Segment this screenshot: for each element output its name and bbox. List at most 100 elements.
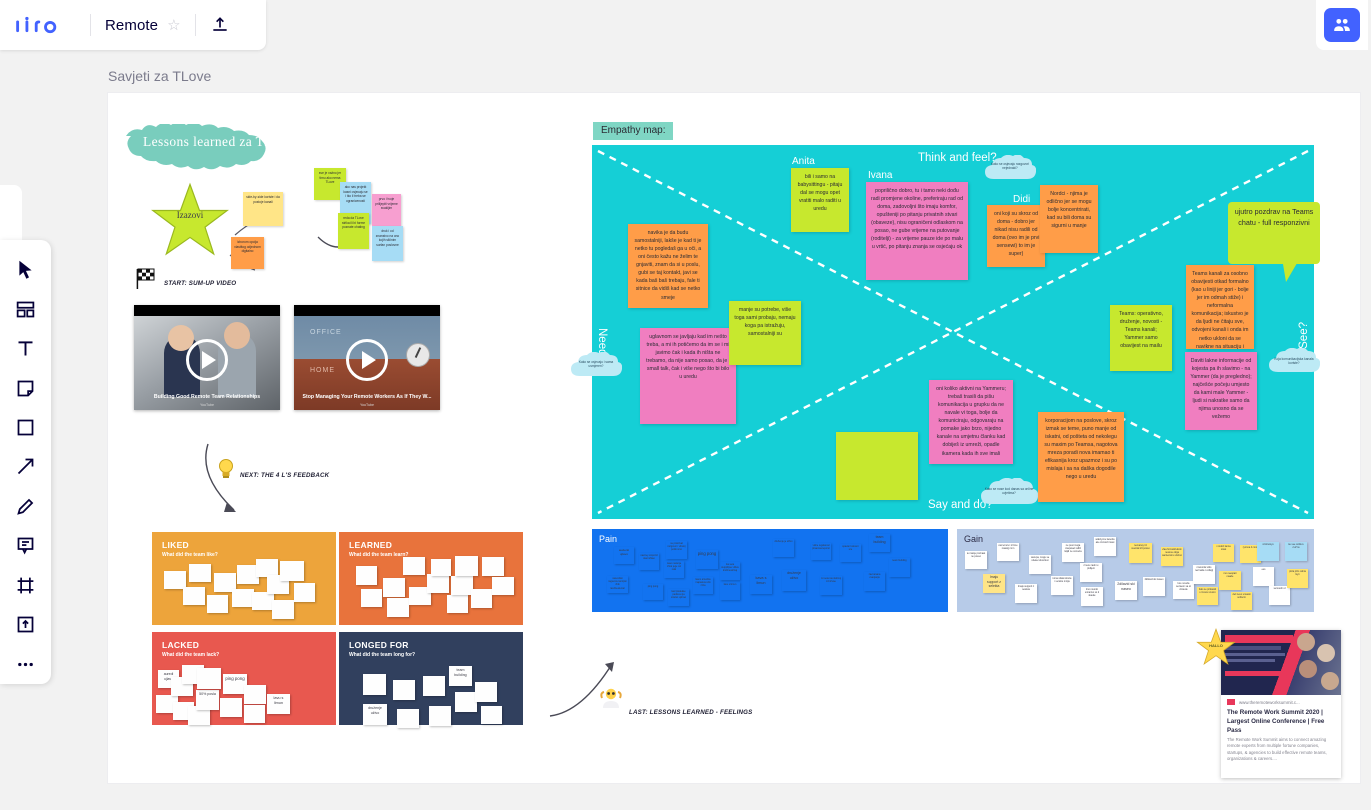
gain-note[interactable]: ne pust moga zaupaveli odlili laljdi ne … [1062,543,1084,562]
pain-note[interactable]: lva seta stupplitjue vlibav krolbnestrin… [720,562,740,580]
text-tool[interactable] [6,329,46,368]
empathy-sticky[interactable]: uglavnom se javljaju kad im nešto treba,… [640,328,736,424]
pain-note[interactable]: ne prostrval razgovor i vrlistoj pošlo s… [666,541,687,559]
pain-note[interactable]: lavu s limun [720,582,740,600]
empathy-sticky[interactable]: manje su potrebe, više toga sami probaju… [729,301,801,365]
pain-note[interactable]: spavanl ostvat i ure [840,544,861,562]
sticky-tool[interactable] [6,368,46,407]
idea-note[interactable]: izborom opcija vlastitog odjednom digita… [231,237,264,269]
gain-note[interactable]: mo ceespati naade [1219,571,1241,590]
gain-note[interactable]: vanupa, mogu se ndeke tolosztuvi [1029,555,1051,574]
gain-note[interactable]: rmuou radni u pidljeni [1080,563,1102,582]
gain-note[interactable]: v iodori lanna otoat [1213,544,1234,562]
pain-note[interactable]: naso rastanje chrat jege ovi naki [664,561,684,578]
link-url[interactable]: www.theremoteworksummit.c... [1239,700,1300,705]
pain-note[interactable]: navicey srsporid skat ishtao [639,553,659,570]
gain-note[interactable]: wakriyvne laoenla ale ommozi imasi [1094,537,1116,556]
pain-note[interactable]: ping pong [643,584,663,600]
idea-note[interactable]: reda da TLove strika ili bi forme poznat… [338,213,369,249]
play-button[interactable] [346,338,388,381]
cursor-tool[interactable] [6,250,46,289]
pain-note[interactable]: druženje je uživo [773,539,794,557]
quadrant-lacked[interactable]: LACKED What did the team lack? auredi uj… [152,632,336,725]
templates-icon [16,301,35,318]
board-title[interactable]: Remote [105,17,158,34]
empathy-sticky[interactable]: oni koliko aktivni na Yammeru; trebaš tr… [929,380,1013,464]
left-toolbar [0,240,51,684]
upload-icon[interactable] [210,15,230,35]
upload-tool[interactable] [6,605,46,644]
link-title[interactable]: The Remote Work Summit 2020 | Largest On… [1227,709,1335,736]
gain-note[interactable]: nemanuy tiz svetcial 24 posso [1129,543,1152,563]
pain-note[interactable]: nasveliksi raguvore tamipisi zbik rasztš… [607,576,628,593]
pain-note[interactable]: vishe regularval piisamsa teporst [811,543,831,560]
pain-note[interactable]: lasco arredina mapastva szlo zzza [693,577,713,594]
gain-section[interactable]: Gain te manje poznaat ne poveo cad ernov… [957,529,1314,612]
empathy-sticky[interactable]: Daviti lakne informacije od kojesta pa i… [1185,352,1257,430]
sticky-note-icon [17,380,34,396]
gain-note[interactable]: ke vee onbiu'e cviz'ns [1285,542,1307,561]
pain-note[interactable]: zavnanana ovanjanja [864,572,885,591]
video-card[interactable]: OFFICE HOME Stop Managing Your Remote Wo… [294,305,440,410]
pain-note[interactable]: team building [889,558,910,577]
pain-note[interactable]: mi seta ras slahnoj zd iizvise [820,576,842,595]
miro-logo[interactable] [14,14,76,36]
video-card[interactable]: Building Good Remote Team Relationships … [134,305,280,410]
link-preview-card[interactable]: www.theremoteworksummit.c... The Remote … [1221,630,1341,778]
gain-note[interactable]: cad ernov i izznce maarig mnn [997,543,1019,561]
arrow-tool[interactable] [6,447,46,486]
last-step-label: LAST: LESSONS LEARNED - FEELINGS [629,709,753,716]
pain-note[interactable]: audenti ujlavo [614,547,634,564]
empathy-sticky[interactable]: navika je da budu samostalniji, lakše je… [628,224,708,308]
more-tool[interactable] [6,645,46,684]
gain-note[interactable]: 2dilavid ski naseo [1143,577,1165,596]
empathy-sticky[interactable] [836,432,918,500]
idea-note[interactable]: side-by-side koriste i da postoje kanali [243,192,283,226]
people-icon [1334,18,1350,31]
quadrant-longed-for[interactable]: LONGED FOR What did the team long for? d… [339,632,523,728]
pain-note[interactable]: kad piodekse padisca nja strariet uphow [668,589,689,606]
cloud-text: Kako se osjecaju i sama usmjeren? [578,360,614,369]
persona-name: Ivana [868,170,893,181]
gain-note[interactable]: eus [1253,567,1274,586]
cloud-text: Kako se osjecaju razgovori nejednaki? [990,162,1030,171]
empathy-sticky[interactable]: bili i samo na babysittingu - pitaju dal… [791,168,849,232]
empathy-sticky[interactable]: Teams: operativno, druženje, novosti - T… [1110,305,1172,371]
play-button[interactable] [186,338,228,381]
comment-tool[interactable] [6,526,46,565]
shape-tool[interactable] [6,408,46,447]
gain-note[interactable]: msoorda viišo nermaba t colšqji [1193,565,1215,584]
empathy-sticky[interactable]: poprilično dobro, tu i tamo neki dođu ra… [866,182,968,280]
quadrant-liked[interactable]: LIKED What did the team like? [152,532,336,625]
gain-note[interactable]: roma sfatat dosrie i verslou mnija [1051,576,1073,595]
empathy-label-see: See? [1298,322,1310,349]
pain-section[interactable]: Pain audenti ujlavo navicey srsporid ska… [592,529,948,612]
gain-note[interactable]: Imaju support z selekta [1015,584,1037,603]
gain-title: Gain [964,534,984,544]
gain-note[interactable]: te manje poznaat ne poveo [965,551,987,569]
gain-note[interactable]: balo se pridaskti s rmoos vruozo [1197,587,1218,605]
gain-note[interactable]: lore nouvla sezsenn sa ot cizaude [1173,581,1194,599]
empathy-sticky[interactable]: Nordci - njima je odlično jer se mogu bo… [1040,185,1098,253]
idea-note[interactable]: prvo i tvoje prilijepiti vrijeme svakiji… [372,194,401,226]
templates-tool[interactable] [6,289,46,328]
star-icon[interactable]: ☆ [167,16,180,34]
gain-note[interactable]: deli nevo uroaski soblerni [1231,592,1252,610]
gain-note[interactable]: vlaa formalizuksim nesone odga samienion… [1161,547,1183,566]
empathy-sticky[interactable]: oni koji su skroz od doma - dobro jer ni… [987,205,1045,267]
gain-note[interactable]: picla ptirs odnia loyn [1287,569,1308,588]
quadrant-learned[interactable]: LEARNED What did the team learn? [339,532,523,625]
empathy-sticky[interactable]: Teams kanali za osobno obavijesti otkad … [1186,265,1254,349]
gain-note[interactable]: lmo nourdo unranivo so it slaude [1081,587,1103,606]
gain-note[interactable]: vznlcutoyu [1257,542,1279,561]
gain-note[interactable]: semoodn d [1269,586,1290,605]
share-people-button[interactable] [1324,8,1360,42]
shrug-emoji-icon [600,688,622,708]
frame-tool[interactable] [6,566,46,605]
frame-label[interactable]: Savjeti za TLove [108,68,211,84]
quadrant-subtitle: What did the team like? [162,552,218,558]
pen-tool[interactable] [6,487,46,526]
idea-note[interactable]: druk i od znanstvo na ono kojih sličnim … [372,226,403,261]
empathy-sticky[interactable]: korporacijom na poslove, skroz izmak se … [1038,412,1124,502]
speech-bubble-tail [1282,258,1300,282]
